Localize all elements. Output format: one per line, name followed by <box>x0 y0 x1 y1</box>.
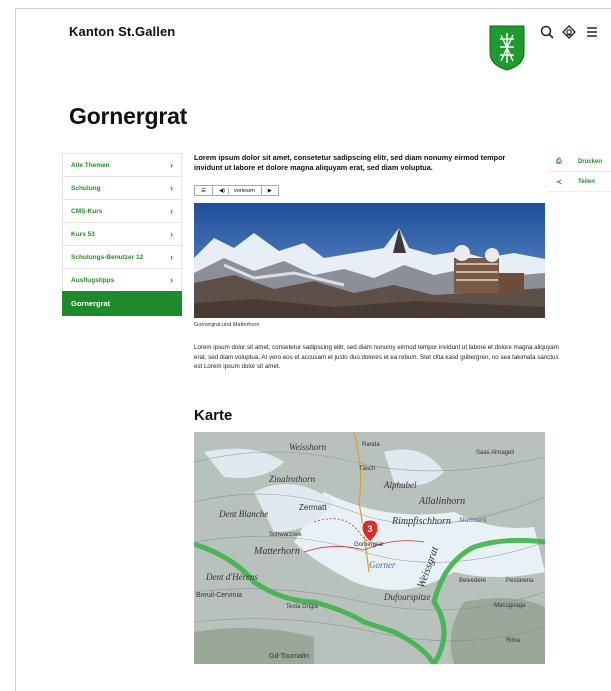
sidebar-item-label: Gornergrat <box>71 299 111 308</box>
sidebar-item-schulung[interactable]: Schulung › <box>62 176 182 199</box>
print-button[interactable]: ⎙ Drucken <box>548 152 611 172</box>
sidebar-item-label: Alle Themen <box>71 161 110 169</box>
map-label: Dent d'Hérens <box>205 572 258 582</box>
map-label: Gornergrat <box>354 542 383 548</box>
sidebar-item-ausflugstipps[interactable]: Ausflugstipps › <box>62 268 182 291</box>
map-label: Mattmark <box>458 516 488 524</box>
coat-of-arms-icon[interactable] <box>489 25 525 71</box>
chevron-right-icon: › <box>170 252 173 262</box>
map-label: Zinalrothorn <box>269 474 316 484</box>
chevron-right-icon: › <box>170 206 173 216</box>
intro-line: Lorem ipsum dolor sit amet, consetetur s… <box>194 153 506 162</box>
sidebar-item-kurs-53[interactable]: Kurs 53 › <box>62 222 182 245</box>
chevron-right-icon: › <box>170 183 173 193</box>
page-actions: ⎙ Drucken ≺ Teilen <box>548 152 611 192</box>
sidebar-item-label: Kurs 53 <box>71 230 95 238</box>
printer-icon: ⎙ <box>556 157 562 165</box>
map-label: Testa Grigia <box>286 604 319 610</box>
map-label: Gd-Tournalin <box>269 653 309 660</box>
intro-line: invidunt ut labore et dolore magna aliqu… <box>194 163 433 172</box>
chevron-right-icon: › <box>170 160 173 170</box>
map-label: Dent Blanche <box>218 509 268 519</box>
reader-menu-button[interactable]: ☰ <box>195 186 213 195</box>
sidebar-item-schulungs-benutzer[interactable]: Schulungs-Benutzer 12 › <box>62 245 182 268</box>
play-button[interactable]: ▶ <box>262 186 278 195</box>
menu-icon[interactable] <box>584 24 600 40</box>
map-label: Rima <box>506 638 521 644</box>
list-icon: ☰ <box>201 187 206 194</box>
map-label: Weisshorn <box>289 442 327 452</box>
map-label: Zermatt <box>299 503 327 512</box>
map-label: Randa <box>362 442 380 448</box>
speaker-icon: ◀) <box>216 187 229 194</box>
intro-text: Lorem ipsum dolor sit amet, consetetur s… <box>194 153 550 173</box>
gornergrat-photo[interactable] <box>194 203 545 318</box>
search-icon[interactable] <box>539 24 555 40</box>
map-label: Breuil-Cervinia <box>196 592 242 599</box>
read-aloud-label: vorlesen <box>234 187 255 194</box>
print-label: Drucken <box>578 158 603 165</box>
map-heading: Karte <box>194 407 233 424</box>
sidebar-item-label: Schulungs-Benutzer 12 <box>71 253 144 261</box>
map-label: Gorner <box>369 560 396 570</box>
chevron-right-icon: › <box>170 229 173 239</box>
map-label: Rimpfischhorn <box>391 516 451 527</box>
sidebar-item-cms-kurs[interactable]: CMS-Kurs › <box>62 199 182 222</box>
map-label: Macugnaga <box>494 603 526 609</box>
map-marker-label: 3 <box>367 524 372 534</box>
brand-logo-text[interactable]: Kanton St.Gallen <box>69 24 175 39</box>
map-label: Dufourspitze <box>383 592 431 602</box>
map-label: Belvedere <box>459 578 487 584</box>
map-label: Matterhorn <box>253 546 300 557</box>
share-icon: ≺ <box>556 178 562 186</box>
sidebar-nav: Alle Themen › Schulung › CMS-Kurs › Kurs 53… <box>62 153 182 316</box>
map-label: Pestarena <box>506 578 534 584</box>
sidebar-item-gornergrat[interactable]: Gornergrat <box>62 291 182 316</box>
sidebar-item-alle-themen[interactable]: Alle Themen › <box>62 153 182 176</box>
read-aloud-player: ☰ ◀) vorlesen ▶ <box>194 185 280 196</box>
map-label: Saas Almagell <box>476 450 514 456</box>
body-paragraph: Lorem ipsum dolor sit amet, consetetur s… <box>194 344 559 370</box>
map-label: Täsch <box>359 466 375 472</box>
share-button[interactable]: ≺ Teilen <box>548 172 611 192</box>
read-aloud-button[interactable]: ◀) vorlesen <box>213 186 262 195</box>
map-label: Alphubel <box>383 480 417 490</box>
sidebar-item-label: Schulung <box>71 184 101 192</box>
image-caption: Gornergrat und Matterhorn <box>194 322 260 328</box>
map-label: Schwarzsee <box>269 532 302 538</box>
sidebar-item-label: Ausflugstipps <box>71 276 115 284</box>
page-title: Gornergrat <box>69 103 188 129</box>
sidebar-item-label: CMS-Kurs <box>71 207 103 215</box>
topographic-map[interactable]: 3 Weisshorn Zinalrothorn Dent Blanche Ze… <box>194 432 545 664</box>
chevron-right-icon: › <box>170 275 173 285</box>
share-label: Teilen <box>578 178 595 185</box>
play-icon: ▶ <box>267 187 273 194</box>
language-icon[interactable] <box>561 24 577 40</box>
map-label: Allalinhorn <box>418 496 465 507</box>
